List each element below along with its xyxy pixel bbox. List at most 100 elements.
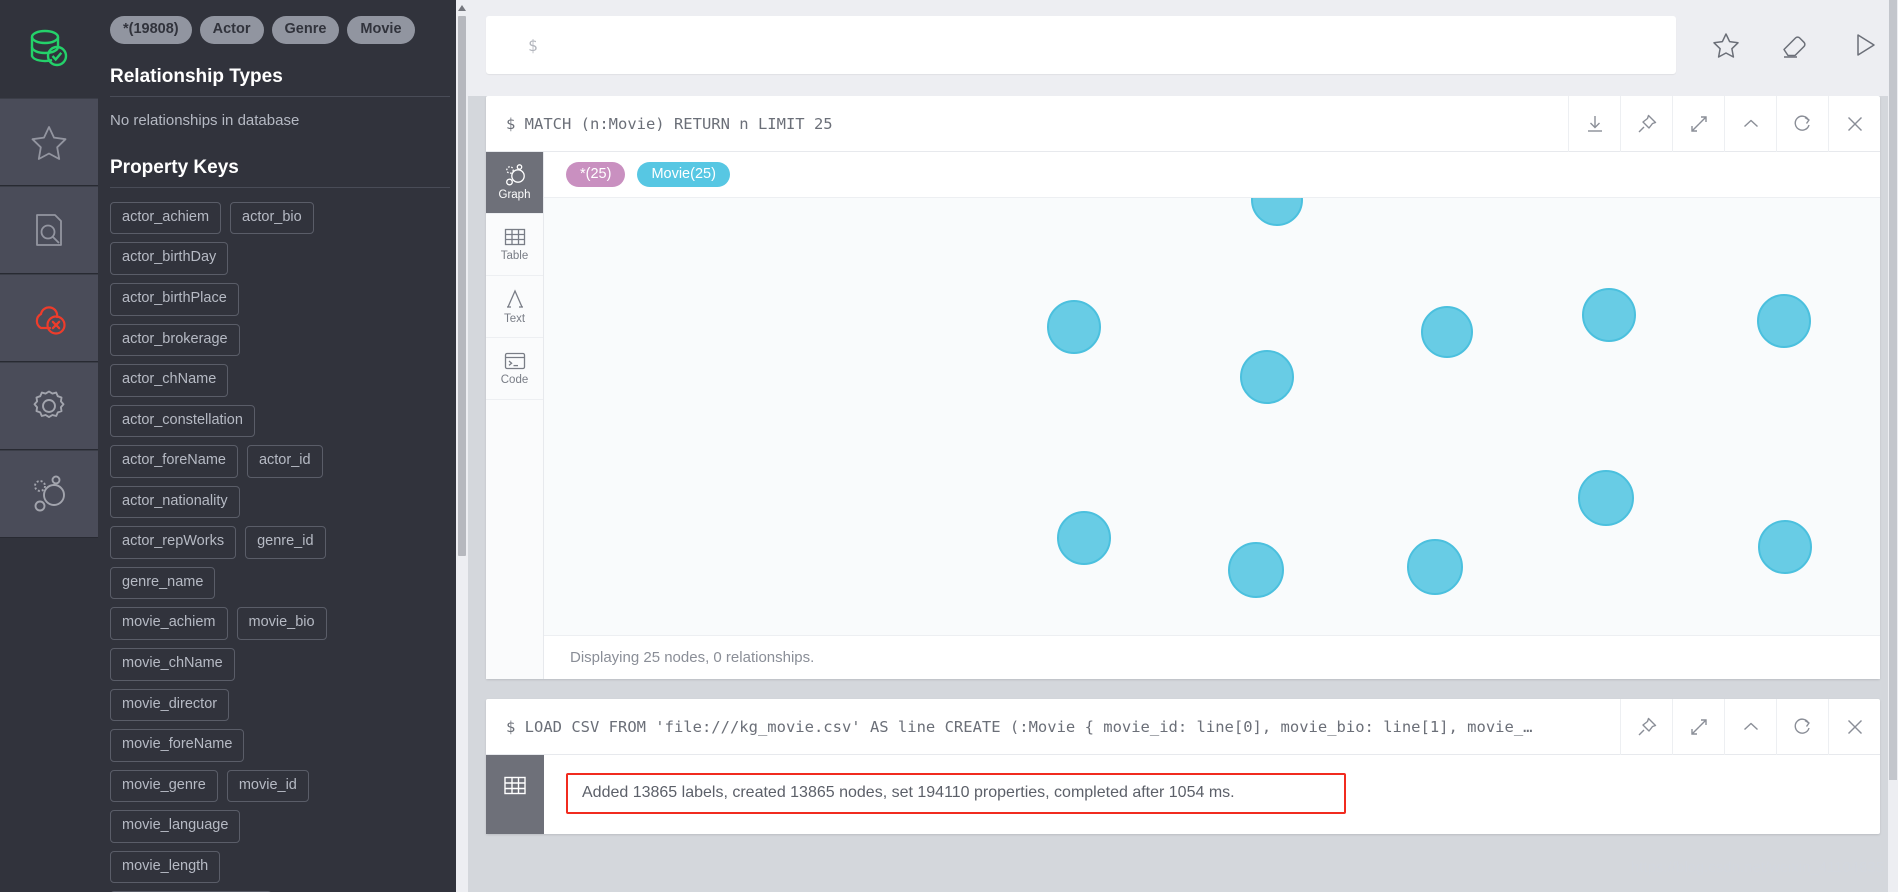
table-icon bbox=[504, 228, 525, 246]
property-key-chip[interactable]: genre_name bbox=[110, 566, 216, 600]
property-key-chip[interactable]: actor_nationality bbox=[110, 485, 240, 519]
pin-icon bbox=[1638, 114, 1656, 132]
graph-node[interactable] bbox=[1047, 300, 1101, 354]
clear-editor-button[interactable] bbox=[1780, 31, 1810, 59]
property-key-chip[interactable]: movie_genre bbox=[110, 769, 218, 803]
collapse-button[interactable] bbox=[1724, 698, 1776, 755]
neo4j-logo bbox=[0, 0, 98, 98]
property-key-chip[interactable]: actor_birthDay bbox=[110, 242, 229, 275]
download-button[interactable] bbox=[1568, 96, 1620, 152]
scroll-up-arrow-icon[interactable] bbox=[458, 5, 466, 11]
result-message: Added 13865 labels, created 13865 nodes,… bbox=[566, 773, 1346, 814]
property-key-chip[interactable]: movie_foreName bbox=[110, 729, 245, 762]
tab-graph[interactable]: Graph bbox=[486, 152, 543, 214]
tab-table-active[interactable] bbox=[486, 755, 544, 834]
run-query-button[interactable] bbox=[1850, 30, 1880, 60]
main-scroll-thumb[interactable] bbox=[1889, 0, 1897, 780]
legend-chip-all[interactable]: *(25) bbox=[566, 162, 626, 187]
graph-view: *(25) Movie(25) Displaying 25 nodes, 0 r… bbox=[544, 152, 1880, 679]
graph-node[interactable] bbox=[1057, 511, 1111, 565]
property-key-chip[interactable]: movie_director bbox=[110, 688, 230, 722]
property-key-chip[interactable]: actor_repWorks bbox=[110, 526, 237, 559]
graph-canvas[interactable] bbox=[544, 198, 1880, 635]
cloud-x-icon bbox=[35, 306, 66, 335]
frames-stream: $ MATCH (n:Movie) RETURN n LIMIT 25 Grap… bbox=[468, 96, 1898, 892]
graph-node[interactable] bbox=[1582, 288, 1636, 342]
graph-node[interactable] bbox=[1758, 520, 1812, 574]
property-keys-list: actor_achiem actor_bio actor_birthDayactor… bbox=[98, 188, 360, 892]
star-icon bbox=[1713, 33, 1739, 58]
property-key-chip[interactable]: actor_achiem bbox=[110, 201, 222, 235]
sidebar-item-database-info[interactable] bbox=[0, 450, 98, 538]
sidebar-scroll-thumb[interactable] bbox=[458, 16, 466, 556]
tab-table[interactable]: Table bbox=[486, 214, 543, 276]
property-key-chip[interactable]: actor_constellation bbox=[110, 404, 255, 438]
property-key-chip[interactable]: movie_achiem bbox=[110, 607, 228, 641]
graph-icon bbox=[505, 164, 525, 186]
graph-node[interactable] bbox=[1407, 539, 1463, 595]
node-label-chip[interactable]: Actor bbox=[199, 16, 264, 44]
favorite-button[interactable] bbox=[1712, 31, 1740, 59]
view-tabs: Graph Table Text Code bbox=[486, 152, 544, 679]
node-label-chip[interactable]: Movie bbox=[347, 16, 415, 44]
pin-button[interactable] bbox=[1620, 96, 1672, 152]
graph-node[interactable] bbox=[1240, 350, 1294, 404]
table-icon bbox=[504, 776, 526, 795]
graph-node[interactable] bbox=[1421, 306, 1473, 358]
sidebar-item-favorites[interactable] bbox=[0, 98, 98, 186]
rerun-button[interactable] bbox=[1776, 96, 1828, 152]
graph-node[interactable] bbox=[1578, 470, 1634, 526]
property-key-chip[interactable]: actor_foreName bbox=[110, 445, 238, 478]
download-icon bbox=[1587, 115, 1602, 132]
result-area: Added 13865 labels, created 13865 nodes,… bbox=[544, 755, 1880, 834]
tab-code[interactable]: Code bbox=[486, 338, 543, 400]
fullscreen-button[interactable] bbox=[1672, 96, 1724, 152]
text-icon bbox=[506, 289, 523, 308]
fullscreen-button[interactable] bbox=[1672, 698, 1724, 755]
graph-node[interactable] bbox=[1228, 542, 1284, 598]
relationship-types-heading: Relationship Types bbox=[110, 65, 283, 87]
frame-command: $ MATCH (n:Movie) RETURN n LIMIT 25 bbox=[506, 114, 833, 133]
main-scrollbar[interactable] bbox=[1888, 0, 1898, 892]
frame-toolbar bbox=[1568, 96, 1880, 152]
star-icon bbox=[31, 126, 67, 160]
sidebar-item-cloud[interactable] bbox=[0, 274, 98, 362]
sidebar-scrollbar[interactable] bbox=[456, 0, 468, 892]
sidebar-item-documents[interactable] bbox=[0, 186, 98, 274]
property-key-chip[interactable]: actor_birthPlace bbox=[110, 282, 239, 316]
property-key-chip[interactable]: genre_id bbox=[245, 526, 326, 559]
graph-node[interactable] bbox=[1251, 198, 1303, 226]
property-key-chip[interactable]: movie_id bbox=[226, 769, 309, 803]
document-search-icon bbox=[36, 214, 62, 246]
sidebar-item-settings[interactable] bbox=[0, 362, 98, 450]
property-key-chip[interactable]: actor_brokerage bbox=[110, 323, 240, 357]
property-key-chip[interactable]: movie_length bbox=[110, 850, 221, 884]
property-key-chip[interactable]: movie_bio bbox=[236, 607, 327, 641]
property-key-chip[interactable]: actor_id bbox=[246, 445, 323, 478]
node-label-chip[interactable]: Genre bbox=[271, 16, 340, 44]
query-editor[interactable]: $ bbox=[486, 16, 1676, 74]
property-key-chip[interactable]: actor_chName bbox=[110, 364, 229, 397]
tab-text[interactable]: Text bbox=[486, 276, 543, 338]
property-key-chip[interactable]: actor_bio bbox=[230, 201, 314, 235]
legend-chip-movie[interactable]: Movie(25) bbox=[637, 162, 730, 187]
collapse-button[interactable] bbox=[1724, 96, 1776, 152]
expand-icon bbox=[1690, 115, 1707, 132]
gear-icon bbox=[33, 390, 65, 419]
eraser-icon bbox=[1783, 36, 1806, 58]
graph-node[interactable] bbox=[1757, 294, 1811, 348]
chevron-up-icon bbox=[1743, 119, 1758, 127]
graph-nodes-icon bbox=[34, 475, 65, 512]
main-stream: $ $ MATCH (n:Movie) RETURN n LIMIT 25 Gr… bbox=[468, 0, 1898, 892]
play-icon bbox=[1857, 34, 1875, 56]
property-key-chip[interactable]: movie_chName bbox=[110, 648, 235, 681]
node-labels-list: *(19808) Actor Genre Movie bbox=[98, 0, 468, 48]
node-label-chip[interactable]: *(19808) bbox=[110, 16, 192, 44]
pin-button[interactable] bbox=[1620, 698, 1672, 755]
close-button[interactable] bbox=[1828, 96, 1880, 152]
expand-icon bbox=[1690, 718, 1707, 735]
property-key-chip[interactable]: movie_language bbox=[110, 810, 241, 843]
close-button[interactable] bbox=[1828, 698, 1880, 755]
tab-label: Code bbox=[500, 374, 529, 386]
rerun-button[interactable] bbox=[1776, 698, 1828, 755]
